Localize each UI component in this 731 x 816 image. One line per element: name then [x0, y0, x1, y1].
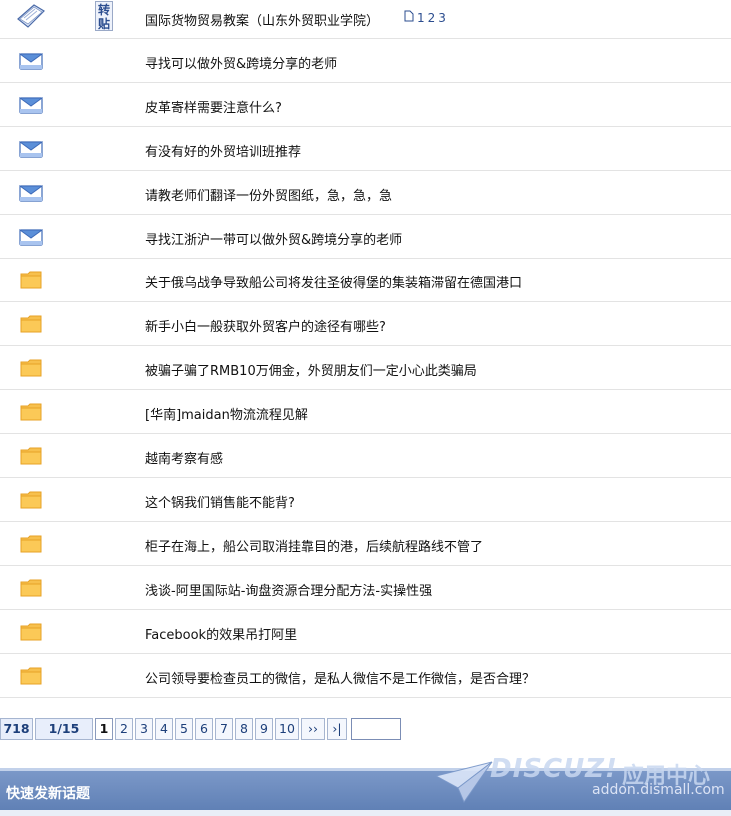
page-jump-input[interactable]	[351, 718, 401, 740]
thread-row[interactable]: 越南考察有感	[0, 434, 731, 478]
page-link[interactable]: 8	[235, 718, 253, 740]
page-link[interactable]: 9	[255, 718, 273, 740]
thread-row[interactable]: 转贴 国际货物贸易教案（山东外贸职业学院） 1 2 3	[0, 0, 731, 39]
thread-row[interactable]: [华南]maidan物流流程见解	[0, 390, 731, 434]
thread-row[interactable]: 寻找江浙沪一带可以做外贸&跨境分享的老师	[0, 215, 731, 259]
folder-icon	[20, 270, 42, 294]
thread-page-link[interactable]: 2	[428, 11, 436, 25]
book-icon	[16, 3, 46, 33]
folder-icon	[20, 578, 42, 602]
mail-icon	[18, 139, 44, 163]
thread-page-links: 123	[404, 10, 446, 25]
watermark-logo: DISCUZ! 应用中心 addon.dismall.com	[430, 752, 731, 816]
thread-title[interactable]: 新手小白一般获取外贸客户的途径有哪些?	[145, 316, 386, 335]
thread-row[interactable]: 请教老师们翻译一份外贸图纸，急，急，急	[0, 171, 731, 215]
paper-plane-icon	[434, 761, 493, 804]
thread-row[interactable]: 公司领导要检查员工的微信，是私人微信不是工作微信，是否合理？	[0, 654, 731, 698]
mail-icon	[18, 227, 44, 251]
thread-row[interactable]: 浅谈-阿里国际站-询盘资源合理分配方法-实操性强	[0, 566, 731, 610]
thread-row[interactable]: Facebook的效果吊打阿里	[0, 610, 731, 654]
pagination: 718 1/15 1 2 3 4 5 6 7 8 9 10 ›› ›|	[0, 718, 401, 740]
thread-row[interactable]: 有没有好的外贸培训班推荐	[0, 127, 731, 171]
next-page-button[interactable]: ››	[301, 718, 325, 740]
folder-icon	[20, 314, 42, 338]
folder-icon	[20, 402, 42, 426]
multipage-icon	[404, 10, 414, 25]
page-links: 1 2 3 4 5 6 7 8 9 10	[95, 718, 301, 740]
thread-row[interactable]: 皮革寄样需要注意什么?	[0, 83, 731, 127]
thread-row[interactable]: 关于俄乌战争导致船公司将发往圣彼得堡的集装箱滞留在德国港口	[0, 258, 731, 302]
thread-title[interactable]: 被骗子骗了RMB10万佣金，外贸朋友们一定小心此类骗局	[145, 360, 477, 379]
last-page-button[interactable]: ›|	[327, 718, 347, 740]
thread-title[interactable]: 皮革寄样需要注意什么?	[145, 97, 282, 116]
thread-title[interactable]: [华南]maidan物流流程见解	[145, 404, 308, 423]
thread-page-link[interactable]: 1	[417, 11, 425, 25]
mail-icon	[18, 95, 44, 119]
thread-title[interactable]: 请教老师们翻译一份外贸图纸，急，急，急	[145, 185, 392, 204]
thread-title[interactable]: 寻找可以做外贸&跨境分享的老师	[145, 53, 337, 72]
page-link[interactable]: 10	[275, 718, 299, 740]
thread-title[interactable]: 这个锅我们销售能不能背?	[145, 492, 295, 511]
page-indicator: 1/15	[35, 718, 93, 740]
quick-post-title[interactable]: 快速发新话题	[6, 783, 90, 803]
mail-icon	[18, 183, 44, 207]
page-link[interactable]: 2	[115, 718, 133, 740]
page-link[interactable]: 4	[155, 718, 173, 740]
thread-row[interactable]: 柜子在海上，船公司取消挂靠目的港，后续航程路线不管了	[0, 522, 731, 566]
thread-row[interactable]: 寻找可以做外贸&跨境分享的老师	[0, 39, 731, 83]
thread-title[interactable]: 国际货物贸易教案（山东外贸职业学院）	[145, 10, 379, 29]
thread-row[interactable]: 新手小白一般获取外贸客户的途径有哪些?	[0, 302, 731, 346]
thread-row[interactable]: 这个锅我们销售能不能背?	[0, 478, 731, 522]
repost-badge: 转贴	[95, 1, 113, 31]
page-link[interactable]: 6	[195, 718, 213, 740]
folder-icon	[20, 534, 42, 558]
watermark-brand: DISCUZ!	[490, 754, 618, 784]
folder-icon	[20, 358, 42, 382]
watermark-url: addon.dismall.com	[592, 782, 725, 798]
page-link[interactable]: 7	[215, 718, 233, 740]
thread-title[interactable]: 寻找江浙沪一带可以做外贸&跨境分享的老师	[145, 229, 402, 248]
folder-icon	[20, 446, 42, 470]
folder-icon	[20, 666, 42, 690]
page-link[interactable]: 3	[135, 718, 153, 740]
thread-title[interactable]: 浅谈-阿里国际站-询盘资源合理分配方法-实操性强	[145, 580, 432, 599]
total-count: 718	[0, 718, 33, 740]
folder-icon	[20, 490, 42, 514]
thread-title[interactable]: 越南考察有感	[145, 448, 223, 467]
mail-icon	[18, 51, 44, 75]
thread-title[interactable]: 公司领导要检查员工的微信，是私人微信不是工作微信，是否合理？	[145, 668, 535, 687]
folder-icon	[20, 622, 42, 646]
thread-title[interactable]: 柜子在海上，船公司取消挂靠目的港，后续航程路线不管了	[145, 536, 483, 555]
thread-title[interactable]: Facebook的效果吊打阿里	[145, 624, 297, 643]
thread-page-link[interactable]: 3	[438, 11, 446, 25]
page-link[interactable]: 5	[175, 718, 193, 740]
thread-title[interactable]: 关于俄乌战争导致船公司将发往圣彼得堡的集装箱滞留在德国港口	[145, 272, 522, 291]
current-page[interactable]: 1	[95, 718, 113, 740]
thread-row[interactable]: 被骗子骗了RMB10万佣金，外贸朋友们一定小心此类骗局	[0, 346, 731, 390]
thread-title[interactable]: 有没有好的外贸培训班推荐	[145, 141, 301, 160]
